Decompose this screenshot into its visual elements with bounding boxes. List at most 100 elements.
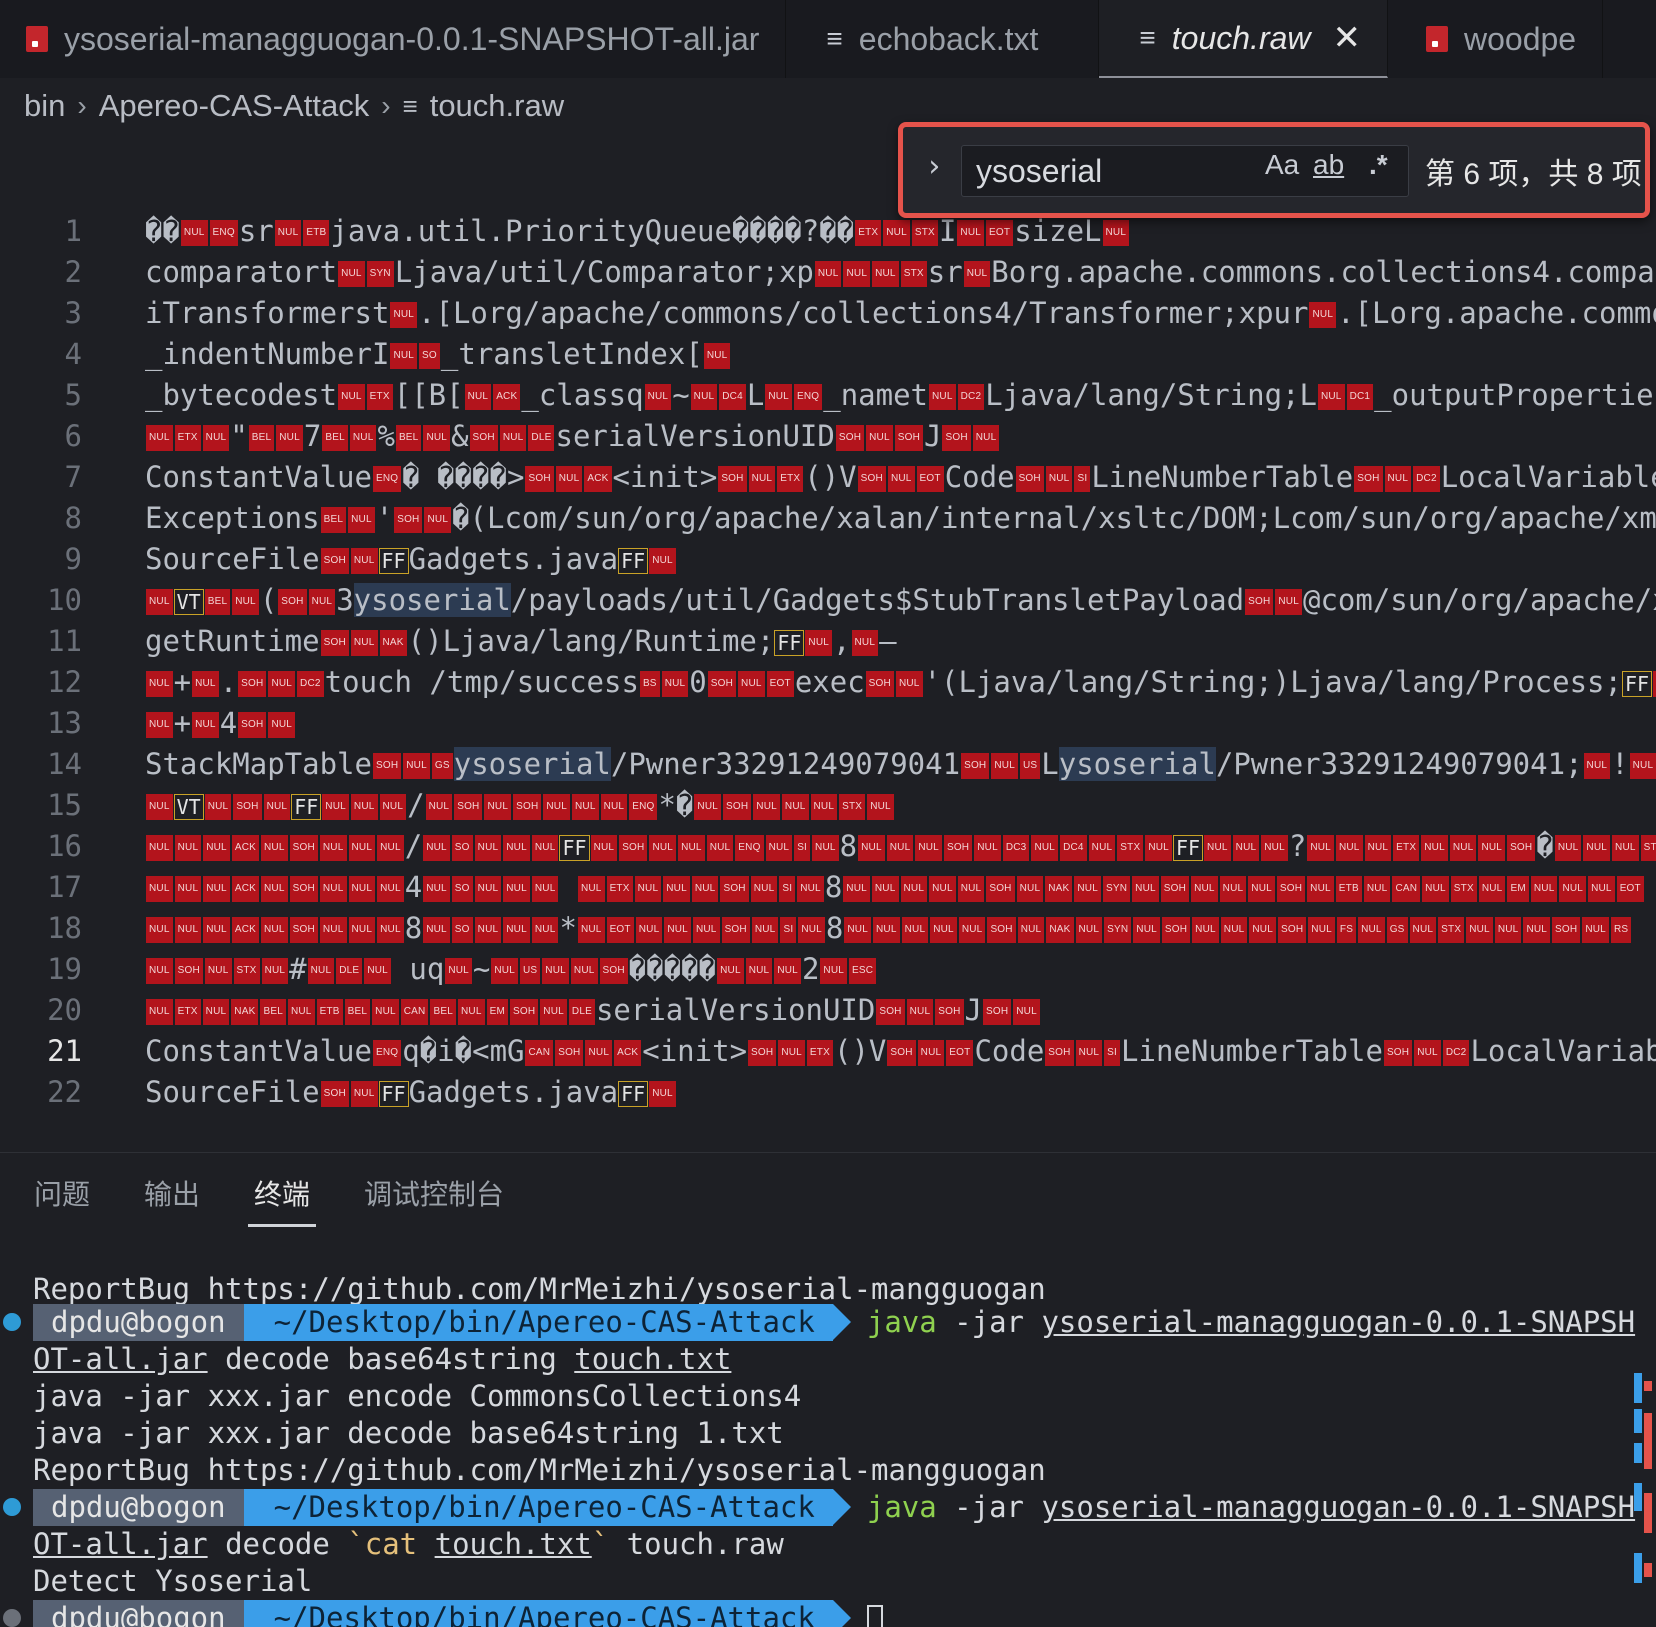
terminal-prompt-line: dpdu@bogon ~/Desktop/bin/Apereo-CAS-Attac… [33, 1600, 883, 1627]
chevron-right-icon: › [381, 90, 391, 121]
line-number: 18 [47, 911, 82, 945]
code-line: 19 NUL SOH NUL STX NUL # NUL DLE NUL uq NUL ~ NUL US… [0, 948, 1656, 991]
scroll-marker [1634, 1373, 1642, 1403]
line-number: 14 [47, 747, 82, 781]
chevron-right-icon: › [77, 90, 87, 121]
code-line: 3 iTransformerst NUL .[Lorg/apache/commons… [0, 292, 1656, 335]
code-line: 8 Exceptions BEL NUL ' SOH NUL �(Lcom/sun/org/… [0, 497, 1656, 540]
line-content: NUL SOH NUL STX NUL # NUL DLE NUL uq NUL ~ NUL US NUL… [145, 948, 877, 991]
scroll-marker [1634, 1553, 1642, 1583]
line-content: Exceptions BEL NUL ' SOH NUL �(Lcom/sun/org/ap… [145, 501, 1656, 535]
line-number: 10 [47, 583, 82, 617]
line-number: 4 [64, 337, 82, 371]
tab-ysoserial-jar[interactable]: ysoserial-managguogan-0.0.1-SNAPSHOT-all… [0, 0, 787, 78]
line-number: 15 [47, 788, 82, 822]
search-match: ysoserial [353, 583, 511, 617]
line-number: 5 [64, 378, 82, 412]
line-content: NUL ETX NUL NAK BEL NUL ETB BEL NUL CAN BEL NUL EM SO… [145, 989, 1041, 1032]
tab-problems[interactable]: 问题 [34, 1153, 90, 1233]
command-status-icon[interactable] [3, 1313, 21, 1331]
tab-output[interactable]: 输出 [144, 1153, 200, 1233]
prompt-path: ~/Desktop/bin/Apereo-CAS-Attack [243, 1304, 852, 1341]
command-status-icon[interactable] [3, 1498, 21, 1516]
jar-file-icon [1426, 26, 1448, 52]
text-file-icon: ≡ [1139, 22, 1156, 53]
prompt-path: ~/Desktop/bin/Apereo-CAS-Attack [243, 1600, 852, 1627]
tab-terminal[interactable]: 终端 [248, 1153, 317, 1233]
regex-toggle[interactable]: .* [1369, 149, 1388, 181]
terminal-line: Detect Ysoserial [33, 1564, 313, 1598]
code-line: 6 NUL ETX NUL " BEL NUL 7 BEL NUL% BEL NUL & SOH NUL D… [0, 415, 1656, 458]
breadcrumb-item[interactable]: bin [24, 88, 65, 124]
editor-tab-bar: ysoserial-managguogan-0.0.1-SNAPSHOT-all… [0, 0, 1656, 78]
scroll-marker [1634, 1443, 1642, 1463]
line-number: 9 [64, 542, 82, 576]
line-number: 22 [47, 1075, 82, 1109]
code-line: 10 NUL VT BEL NUL(SOH NUL 3ysoserial/payloads… [0, 579, 1656, 622]
code-line: 5 _bytecodest NUL ETX [[B[NUL ACK _classq NUL ~… [0, 374, 1656, 417]
command-status-icon[interactable] [3, 1609, 21, 1627]
prompt-user: dpdu@bogon [33, 1489, 262, 1526]
tab-touch-raw[interactable]: ≡ touch.raw ✕ [1099, 0, 1388, 78]
scroll-marker [1644, 1563, 1652, 1577]
line-content: _indentNumberI NUL SO _transletIndex[NUL [145, 333, 731, 376]
line-content: ConstantValue ENQ � ����> SOH NUL ACK <init> SO… [145, 460, 1656, 494]
code-line: 14 StackMapTable SOH NUL GS ysoserial/Pwner3… [0, 743, 1656, 786]
line-content: getRuntime SOH NUL NAK ()Ljava/lang/Runtime;… [145, 624, 897, 658]
breadcrumb-item[interactable]: touch.raw [430, 88, 564, 124]
code-line: 17 NUL NUL NUL ACK NUL SOH NUL NUL NUL 4 NUL SO NUL N… [0, 866, 1656, 909]
line-number: 20 [47, 993, 82, 1027]
prompt-user: dpdu@bogon [33, 1304, 262, 1341]
terminal-prompt-line: dpdu@bogon ~/Desktop/bin/Apereo-CAS-Attac… [33, 1489, 1635, 1526]
line-content: NUL + NUL 4 SOH NUL [145, 702, 296, 745]
line-number: 13 [47, 706, 82, 740]
whole-word-toggle[interactable]: ab [1313, 149, 1344, 181]
code-line: 21 ConstantValue ENQ q�i�<mG CAN SOH NUL ACK <i… [0, 1030, 1656, 1073]
tab-woodpe[interactable]: woodpe [1388, 0, 1604, 78]
line-content: NUL ETX NUL " BEL NUL 7 BEL NUL% BEL NUL & SOH NUL DLE… [145, 415, 1000, 458]
code-line: 13 NUL + NUL 4 SOH NUL [0, 702, 1656, 745]
code-line: 16 NUL NUL NUL ACK NUL SOH NUL NUL NUL / NUL SO NUL N… [0, 825, 1656, 868]
line-number: 3 [64, 296, 82, 330]
line-content: NUL NUL NUL ACK NUL SOH NUL NUL NUL 8 NUL SO NUL NUL N… [145, 907, 1632, 950]
line-number: 1 [64, 214, 82, 248]
text-file-icon: ≡ [826, 23, 843, 54]
breadcrumb-item[interactable]: Apereo-CAS-Attack [99, 88, 370, 124]
line-number: 16 [47, 829, 82, 863]
line-content: _bytecodest NUL ETX [[B[NUL ACK _classq NUL ~ NU… [145, 378, 1654, 412]
tab-label: touch.raw [1171, 19, 1311, 56]
line-content: ConstantValue ENQ q�i�<mG CAN SOH NUL ACK <init… [145, 1034, 1656, 1068]
line-content: SourceFile SOH NUL FF Gadgets.java FF NUL [145, 1071, 677, 1114]
chevron-right-icon[interactable]: › [925, 149, 943, 184]
line-content: comparatort NUL SYN Ljava/util/Comparator;x… [145, 255, 1656, 289]
line-content: NUL NUL NUL ACK NUL SOH NUL NUL NUL 4 NUL SO NUL NUL N… [145, 866, 1645, 909]
code-line: 2 comparatort NUL SYN Ljava/util/Comparator… [0, 251, 1656, 294]
line-number: 19 [47, 952, 82, 986]
tab-echoback[interactable]: ≡ echoback.txt [786, 0, 1100, 78]
prompt-user: dpdu@bogon [33, 1600, 262, 1627]
line-number: 2 [64, 255, 82, 289]
terminal-cursor [866, 1605, 883, 1627]
scroll-marker [1644, 1413, 1652, 1469]
code-line: 7 ConstantValue ENQ � ����> SOH NUL ACK <init>… [0, 456, 1656, 499]
bottom-panel: 问题 输出 终端 调试控制台 ReportBug https://github.… [0, 1152, 1656, 1627]
code-line: 18 NUL NUL NUL ACK NUL SOH NUL NUL NUL 8 NUL SO NUL N… [0, 907, 1656, 950]
terminal-line: OT-all.jar decode `cat touch.txt` touch.… [33, 1527, 784, 1561]
line-content: NUL VT NUL SOH NUL FF NUL NUL NUL / NUL SOH NUL SOH NU… [145, 784, 895, 827]
breadcrumb: bin › Apereo-CAS-Attack › ≡ touch.raw [24, 84, 564, 128]
terminal-line: java -jar xxx.jar decode base64string 1.… [33, 1416, 784, 1450]
code-editor[interactable]: 1 �� NUL ENQ sr NUL ETB java.util.PriorityQueu… [0, 140, 1656, 1150]
code-line: 22 SourceFile SOH NUL FF Gadgets.java FF NUL [0, 1071, 1656, 1114]
line-number: 21 [47, 1034, 82, 1068]
terminal-line: java -jar xxx.jar encode CommonsCollecti… [33, 1379, 802, 1413]
tab-debug-console[interactable]: 调试控制台 [364, 1153, 504, 1233]
match-case-toggle[interactable]: Aa [1265, 149, 1299, 181]
line-number: 17 [47, 870, 82, 904]
jar-file-icon [26, 26, 48, 52]
terminal-line: ReportBug https://github.com/MrMeizhi/ys… [33, 1453, 1046, 1487]
line-content: NUL NUL NUL ACK NUL SOH NUL NUL NUL / NUL SO NUL NUL N… [145, 825, 1656, 868]
search-match: ysoserial [1058, 747, 1216, 781]
close-icon[interactable]: ✕ [1333, 18, 1362, 58]
match-count: 第 6 项，共 8 项 [1425, 158, 1642, 191]
tab-label: ysoserial-managguogan-0.0.1-SNAPSHOT-all… [64, 20, 760, 57]
